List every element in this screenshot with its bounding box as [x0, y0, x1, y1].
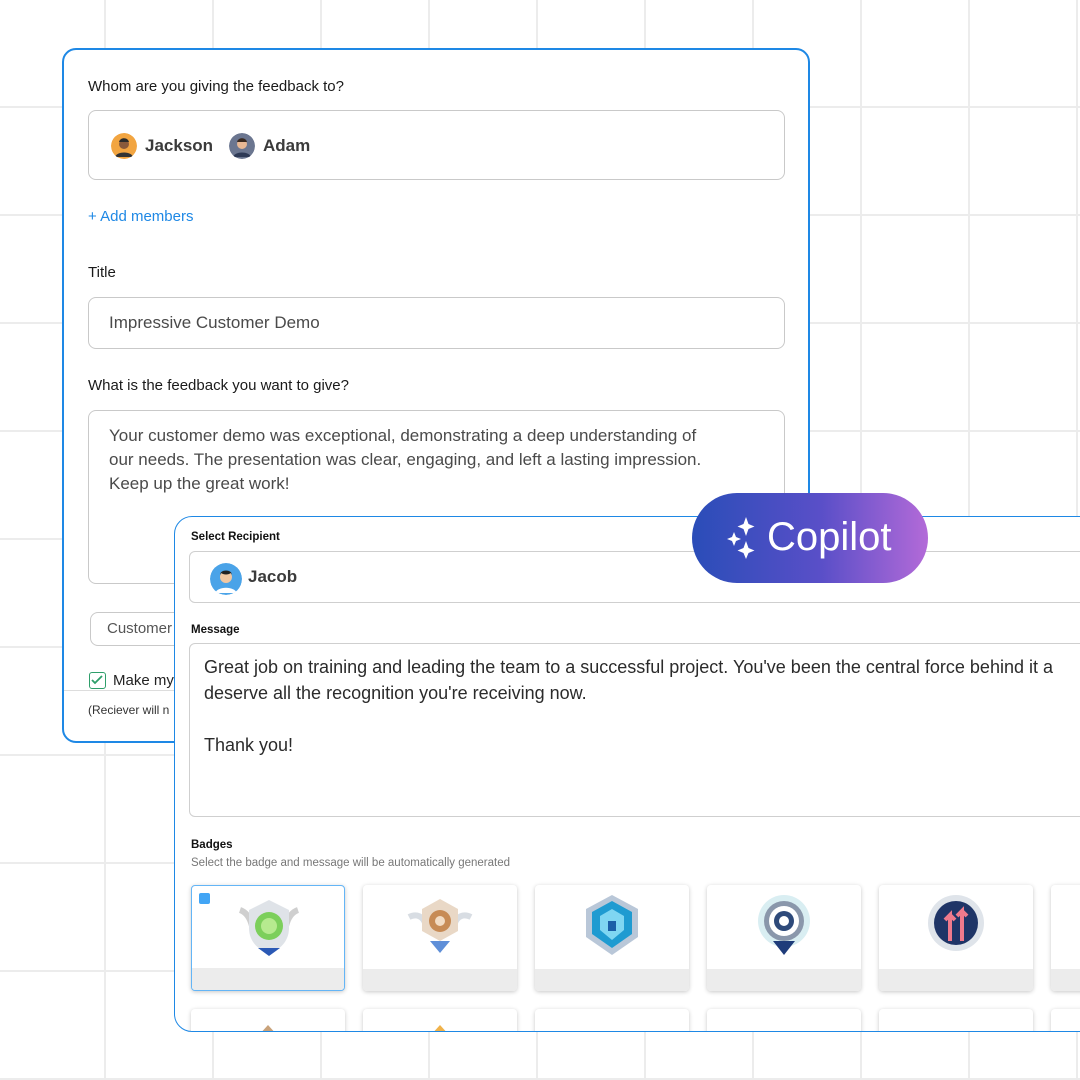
checkbox-label: Make my — [113, 672, 174, 689]
badge-option[interactable] — [1051, 885, 1080, 991]
recipient-select[interactable]: Jacob — [189, 551, 1080, 603]
select-recipient-label: Select Recipient — [191, 531, 280, 543]
badge-caption-strip — [707, 969, 861, 991]
badge-option[interactable] — [707, 1009, 861, 1032]
sparkle-icon — [727, 517, 755, 559]
recipient-name: Adam — [263, 136, 311, 155]
blue-shield-badge-icon — [586, 895, 638, 955]
badge-caption-strip — [535, 969, 689, 991]
feedback-line: Your customer demo was exceptional, demo… — [109, 426, 697, 445]
recipients-field[interactable]: Jackson Adam — [88, 110, 785, 180]
badge-option[interactable] — [879, 885, 1033, 991]
copilot-button[interactable]: Copilot — [692, 493, 928, 583]
recipient-chip-adam[interactable]: Adam — [229, 133, 310, 159]
badge-option[interactable] — [1051, 1009, 1080, 1031]
badge-caption-strip — [879, 969, 1033, 991]
message-textarea[interactable]: Great job on training and leading the te… — [189, 643, 1080, 817]
divider — [64, 690, 174, 691]
badge-option[interactable] — [535, 1009, 689, 1032]
title-value: Impressive Customer Demo — [109, 313, 320, 332]
message-line: Great job on training and leading the te… — [204, 657, 1053, 677]
recipients-label: Whom are you giving the feedback to? — [88, 78, 344, 95]
badge-option[interactable] — [191, 1009, 345, 1031]
anonymous-checkbox[interactable] — [89, 672, 106, 689]
check-icon — [91, 675, 103, 685]
badge-icon — [262, 1025, 274, 1031]
person-avatar-icon — [210, 563, 242, 595]
title-input[interactable]: Impressive Customer Demo — [88, 297, 785, 349]
feedback-line: our needs. The presentation was clear, e… — [109, 450, 702, 469]
person-avatar-icon — [229, 133, 255, 159]
title-label: Title — [88, 264, 116, 281]
target-medal-badge-icon — [758, 895, 810, 955]
add-members-link[interactable]: + Add members — [88, 208, 193, 225]
recipient-chip-jackson[interactable]: Jackson — [111, 133, 213, 159]
badge-option[interactable] — [879, 1009, 1033, 1032]
message-line: deserve all the recognition you're recei… — [204, 683, 587, 703]
badge-icon — [926, 1017, 986, 1032]
message-text: Great job on training and leading the te… — [204, 654, 1080, 758]
badges-label: Badges — [191, 839, 233, 851]
winged-bronze-hexagon-badge-icon — [407, 899, 473, 953]
winged-green-shield-badge-icon — [238, 900, 300, 956]
badge-icon — [582, 1017, 642, 1032]
badge-caption-strip — [192, 968, 344, 990]
badge-caption-strip — [1051, 969, 1080, 991]
message-line: Thank you! — [204, 735, 294, 755]
message-label: Message — [191, 624, 240, 636]
receiver-note: (Reciever will n — [88, 703, 170, 717]
recipient-name: Jackson — [145, 136, 214, 155]
badge-option[interactable] — [535, 885, 689, 991]
recognition-form-card: Select Recipient Jacob Message Great job… — [174, 516, 1080, 1032]
copilot-label: Copilot — [767, 515, 892, 559]
badge-caption-strip — [363, 969, 517, 991]
recipient-name: Jacob — [248, 567, 298, 586]
badge-option[interactable] — [363, 1009, 517, 1031]
badge-option[interactable] — [191, 885, 345, 991]
badge-option[interactable] — [707, 885, 861, 991]
arrows-up-medal-badge-icon — [928, 895, 984, 951]
person-avatar-icon — [111, 133, 137, 159]
feedback-label: What is the feedback you want to give? — [88, 377, 349, 394]
badge-option[interactable] — [363, 885, 517, 991]
badge-icon — [754, 1017, 814, 1032]
feedback-line: Keep up the great work! — [109, 474, 290, 493]
badges-hint: Select the badge and message will be aut… — [191, 857, 511, 869]
badge-icon — [434, 1025, 446, 1031]
selected-check-icon — [199, 893, 251, 908]
